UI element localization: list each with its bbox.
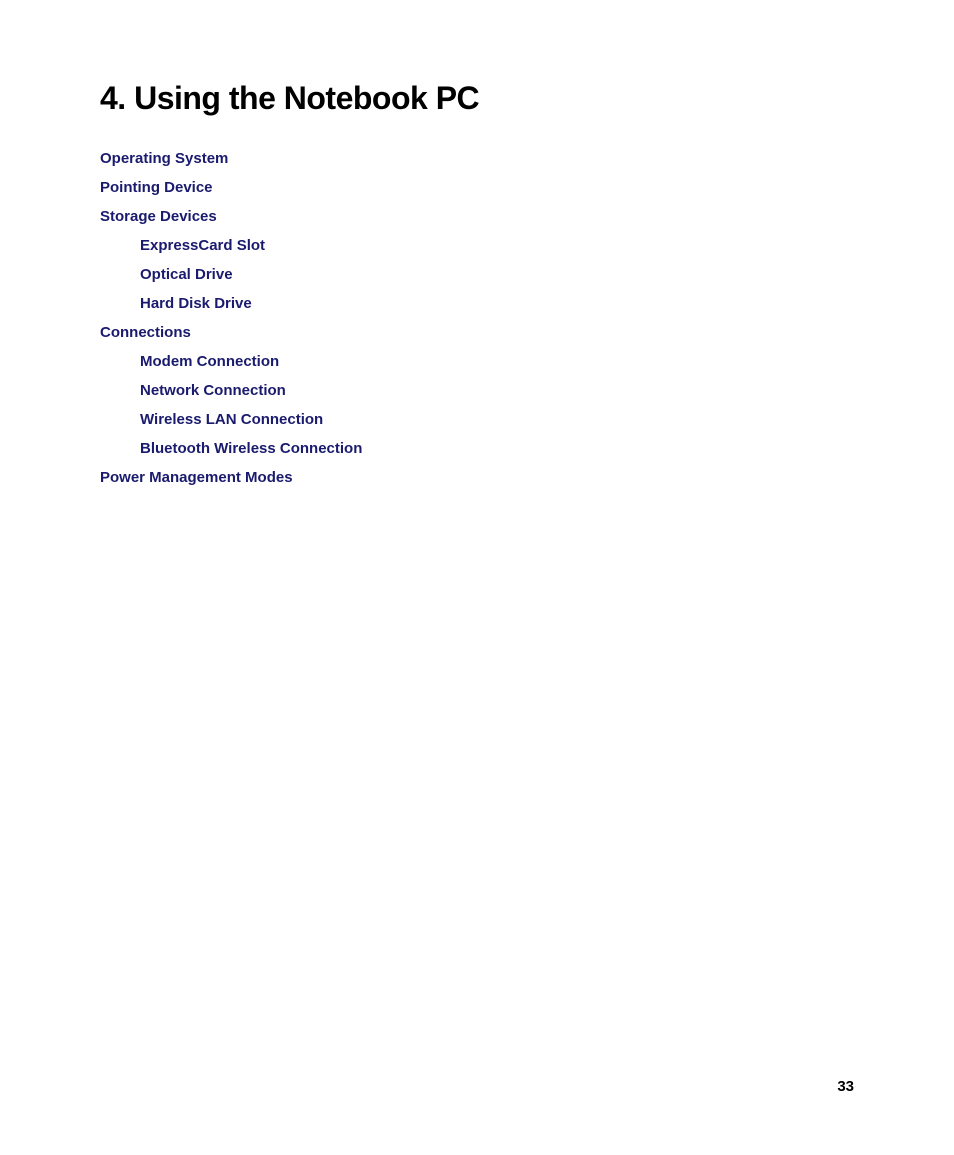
- toc-item[interactable]: Power Management Modes: [100, 464, 854, 491]
- toc-item[interactable]: Network Connection: [100, 377, 854, 404]
- toc-list: Operating SystemPointing DeviceStorage D…: [100, 145, 854, 491]
- toc-item[interactable]: Storage Devices: [100, 203, 854, 230]
- toc-item[interactable]: ExpressCard Slot: [100, 232, 854, 259]
- toc-item[interactable]: Wireless LAN Connection: [100, 406, 854, 433]
- toc-item[interactable]: Optical Drive: [100, 261, 854, 288]
- toc-item[interactable]: Operating System: [100, 145, 854, 172]
- toc-item[interactable]: Modem Connection: [100, 348, 854, 375]
- toc-item[interactable]: Hard Disk Drive: [100, 290, 854, 317]
- page-container: 4. Using the Notebook PC Operating Syste…: [0, 0, 954, 1155]
- toc-item[interactable]: Connections: [100, 319, 854, 346]
- toc-item[interactable]: Bluetooth Wireless Connection: [100, 435, 854, 462]
- toc-item[interactable]: Pointing Device: [100, 174, 854, 201]
- chapter-title: 4. Using the Notebook PC: [100, 80, 854, 117]
- page-number: 33: [837, 1078, 854, 1095]
